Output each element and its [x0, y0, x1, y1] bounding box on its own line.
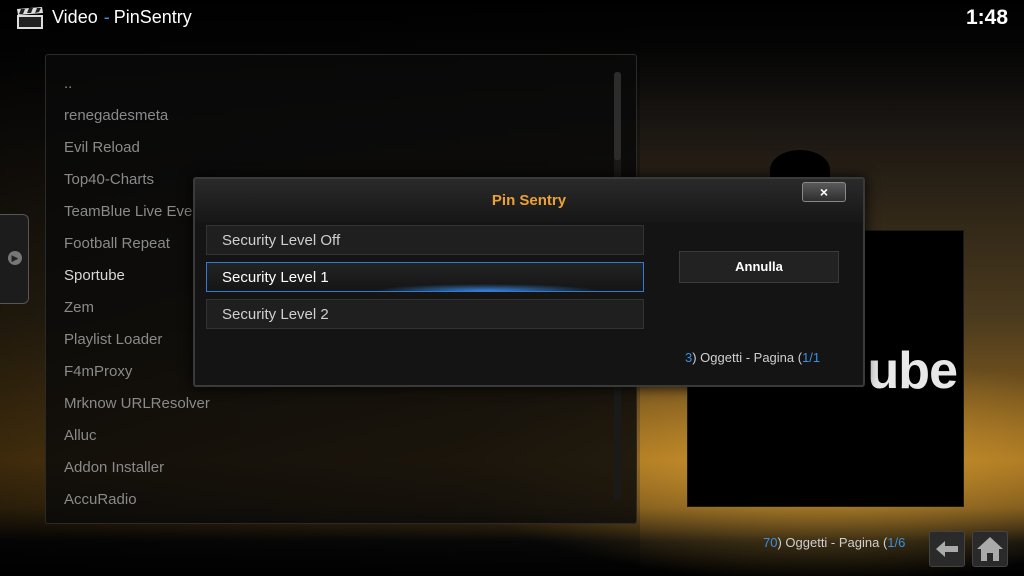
home-icon	[977, 537, 1003, 561]
dialog-footer: 3) Oggetti - Pagina (1/1	[685, 350, 820, 365]
list-item[interactable]: Sportube	[64, 260, 210, 292]
back-arrow-icon	[936, 541, 958, 557]
title-separator: -	[103, 7, 110, 27]
option-security-level-off[interactable]: Security Level Off	[206, 225, 644, 255]
list-item[interactable]: TeamBlue Live Eve	[64, 196, 210, 228]
dialog-page-indicator: 1/1	[802, 350, 821, 365]
side-menu-toggle[interactable]: ▶	[0, 214, 29, 304]
option-security-level-2[interactable]: Security Level 2	[206, 299, 644, 329]
file-list: .. renegadesmeta Evil Reload Top40-Charts Te…	[64, 68, 210, 516]
footer-label: ) Oggetti - Pagina (	[777, 535, 888, 550]
list-item[interactable]: AccuRadio	[64, 484, 210, 516]
list-item[interactable]: renegadesmeta	[64, 100, 210, 132]
cancel-button[interactable]: Annulla	[679, 251, 839, 283]
dialog-title: Pin Sentry	[195, 179, 863, 223]
close-button[interactable]: ×	[802, 182, 846, 202]
clock: 1:48	[965, 6, 1008, 29]
list-item[interactable]: Addon Installer	[64, 452, 210, 484]
page-indicator: 1/6	[887, 535, 906, 550]
list-item[interactable]: Top40-Charts	[64, 164, 210, 196]
item-count: 70	[763, 535, 778, 550]
arrow-right-icon: ▶	[8, 251, 22, 265]
list-item[interactable]: Football Repeat	[64, 228, 210, 260]
list-item[interactable]: F4mProxy	[64, 356, 210, 388]
header-bar: Video - PinSentry 1:48	[0, 0, 1024, 38]
home-button[interactable]	[972, 531, 1008, 567]
section-label: Video	[52, 7, 98, 27]
option-security-level-1[interactable]: Security Level 1	[206, 262, 644, 292]
dialog-footer-label: ) Oggetti - Pagina (	[692, 350, 803, 365]
list-item[interactable]: Alluc	[64, 420, 210, 452]
list-item[interactable]: Evil Reload	[64, 132, 210, 164]
pin-sentry-dialog: Pin Sentry × Security Level Off Security…	[193, 177, 865, 387]
list-item[interactable]: ..	[64, 68, 210, 100]
back-button[interactable]	[929, 531, 965, 567]
list-footer: 70) Oggetti - Pagina (1/6	[763, 535, 905, 550]
scrollbar-thumb[interactable]	[614, 72, 621, 160]
list-item[interactable]: Zem	[64, 292, 210, 324]
list-item[interactable]: Playlist Loader	[64, 324, 210, 356]
page-title: Video - PinSentry	[52, 7, 192, 28]
list-item[interactable]: Mrknow URLResolver	[64, 388, 210, 420]
clapperboard-icon	[17, 7, 43, 29]
addon-label: PinSentry	[113, 7, 192, 27]
